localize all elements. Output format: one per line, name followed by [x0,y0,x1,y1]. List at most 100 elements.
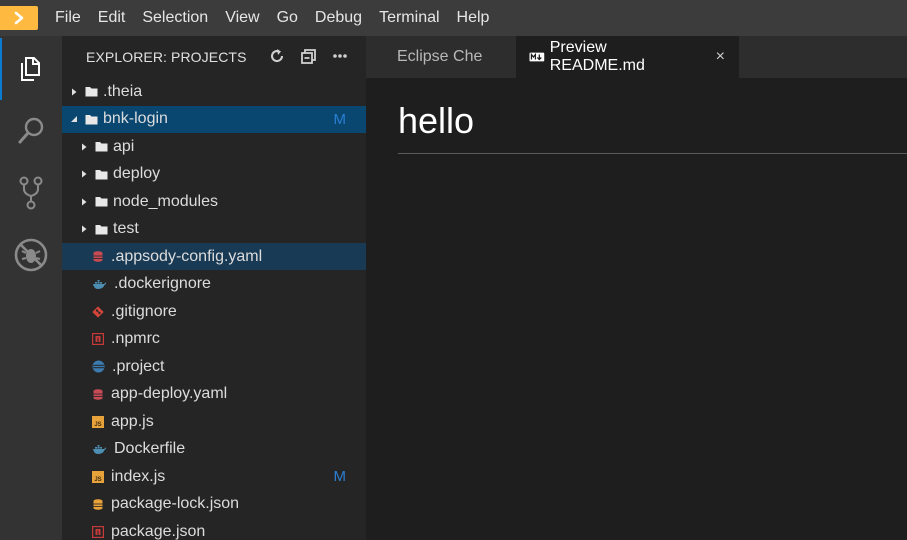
tree-file-row[interactable]: package-lock.json [62,491,366,518]
tree-row-content: .dockerignore [92,275,211,293]
eclipse-icon [92,360,105,373]
tree-row-content: .npmrc [92,330,160,348]
chevron-right-icon[interactable] [79,142,89,152]
tree-row-label: .dockerignore [114,275,211,292]
tree-row-content: JS index.js [92,468,165,486]
tree-file-row[interactable]: .gitignore [62,298,366,325]
tree-row-label: app-deploy.yaml [111,385,228,402]
tree-row-label: .npmrc [111,330,160,347]
yaml-file-icon [92,250,104,263]
collapse-all-icon[interactable] [300,47,318,65]
tree-row-content: .project [92,358,164,376]
tree-file-row[interactable]: Dockerfile [62,436,366,463]
markdown-preview: hello [366,78,907,540]
yaml-file-icon [92,388,104,401]
npm-icon [92,525,104,538]
tree-row-label: bnk-login [103,110,168,127]
menu-view[interactable]: View [225,0,259,36]
tree-row-content: JS app.js [92,413,154,431]
tree-row-label: index.js [111,467,166,485]
menu-bar: File Edit Selection View Go Debug Termin… [0,0,907,36]
tab-eclipse-che[interactable]: Eclipse Che [366,36,516,78]
docker-icon [92,279,107,290]
tree-row-content: .gitignore [92,303,177,321]
folder-icon [85,114,98,125]
close-icon[interactable]: × [716,48,725,66]
git-modified-badge: M [333,468,347,485]
tree-file-row[interactable]: .dockerignore [62,271,366,298]
explorer-panel: EXPLORER: PROJECTS .theia bnk-login Mapi de… [62,36,366,540]
docker-icon [92,444,107,455]
activity-search[interactable] [0,100,62,162]
chevron-right-icon[interactable] [69,87,79,97]
tree-folder-row[interactable]: deploy [62,161,366,188]
folder-icon [95,196,108,207]
folder-icon [95,224,108,235]
tree-row-content: deploy [79,165,160,183]
chevron-right-icon[interactable] [79,224,89,234]
tree-file-row[interactable]: JS app.js [62,408,366,435]
more-icon[interactable] [332,47,348,65]
tree-row-label: package.json [111,522,206,540]
javascript-icon: JS [92,470,104,483]
tab-preview-readme[interactable]: Preview README.md × [516,36,739,78]
menu-help[interactable]: Help [457,0,490,36]
files-icon [21,57,40,81]
tree-row-label: api [113,137,135,155]
tree-row-label: Dockerfile [114,440,186,457]
chevron-right-icon[interactable] [79,169,89,179]
menu-file[interactable]: File [55,0,81,36]
menu-selection[interactable]: Selection [142,0,208,36]
tree-file-row[interactable]: .appsody-config.yaml [62,243,366,270]
chevron-down-icon[interactable] [69,114,79,124]
folder-icon [95,169,108,180]
editor-tabs: Eclipse Che Preview README.md × [366,36,907,78]
tree-row-content: bnk-login [69,110,168,128]
markdown-icon [529,52,545,62]
tree-row-label: node_modules [113,192,218,210]
tree-file-row[interactable]: package.json [62,518,366,540]
tree-folder-row[interactable]: api [62,133,366,160]
tree-row-label: package-lock.json [111,495,240,512]
tree-row-label: .project [112,357,165,375]
preview-heading: hello [398,100,475,141]
app-logo[interactable] [0,6,38,30]
tree-folder-row[interactable]: bnk-login M [62,105,366,133]
tree-folder-row[interactable]: .theia [62,78,366,105]
tab-label: Eclipse Che [397,48,483,65]
git-icon [92,305,104,318]
tree-folder-row[interactable]: node_modules [62,188,366,215]
menu-debug[interactable]: Debug [315,0,362,36]
tree-folder-row[interactable]: test [62,216,366,243]
activity-source-control[interactable] [0,162,62,224]
svg-text:JS: JS [94,477,101,483]
search-icon [18,117,44,144]
refresh-icon[interactable] [268,47,286,65]
json-file-icon [92,498,104,511]
menu-terminal[interactable]: Terminal [379,0,439,36]
tree-row-content: app-deploy.yaml [92,385,227,403]
source-control-icon [19,176,43,210]
activity-debug[interactable] [0,224,62,286]
debug-icon [14,238,48,272]
tree-row-content: .theia [69,83,142,101]
tree-file-row[interactable]: app-deploy.yaml [62,381,366,408]
tree-file-row[interactable]: .project [62,353,366,380]
tree-row-label: test [113,220,139,237]
explorer-actions [268,47,348,65]
chevron-right-icon[interactable] [79,197,89,207]
svg-text:JS: JS [94,422,101,428]
tree-row-label: .gitignore [111,302,177,320]
tree-row-label: .theia [103,82,143,100]
tree-row-content: .appsody-config.yaml [92,248,262,266]
tree-row-content: Dockerfile [92,440,185,458]
tree-file-row[interactable]: .npmrc [62,326,366,353]
folder-icon [95,141,108,152]
tree-file-row[interactable]: JS index.js M [62,463,366,490]
tree-row-content: api [79,138,134,156]
menu-edit[interactable]: Edit [98,0,126,36]
activity-explorer[interactable] [0,38,62,100]
menu-go[interactable]: Go [277,0,298,36]
activity-bar [0,36,62,540]
tree-row-label: deploy [113,165,161,182]
